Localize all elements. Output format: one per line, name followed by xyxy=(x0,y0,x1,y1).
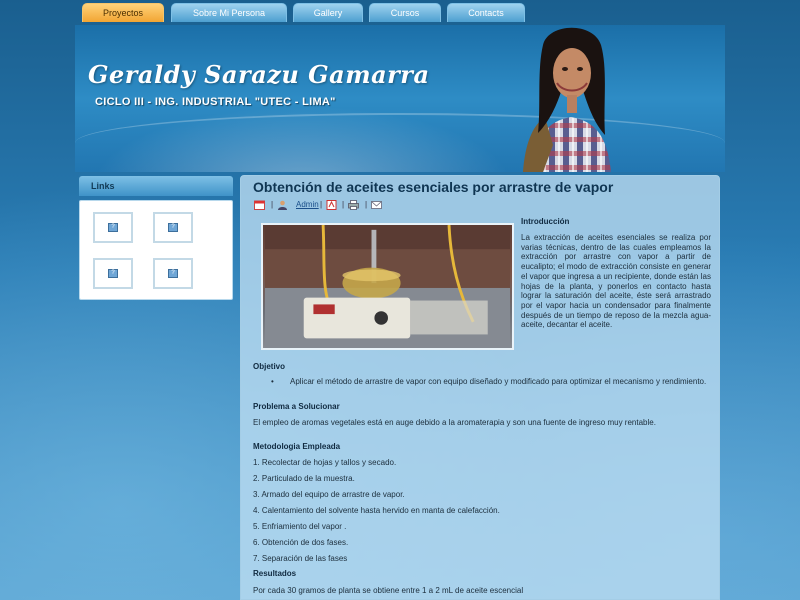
objective-text: Aplicar el método de arrastre de vapor c… xyxy=(290,377,707,386)
method-step: 3. Armado del equipo de arrastre de vapo… xyxy=(253,490,405,499)
site-subtitle: CICLO III - ING. INDUSTRIAL "UTEC - LIMA… xyxy=(95,96,336,108)
sidebar-link-3[interactable]: ? xyxy=(93,258,133,289)
method-step: 5. Enfriamiento del vapor . xyxy=(253,522,347,531)
article-panel: Obtención de aceites esenciales por arra… xyxy=(240,175,720,600)
sidebar-link-2[interactable]: ? xyxy=(153,212,193,243)
links-panel-title: Links xyxy=(91,181,115,191)
author-link[interactable]: Admin xyxy=(296,200,319,209)
portrait-photo xyxy=(523,27,611,172)
broken-image-icon: ? xyxy=(108,223,118,232)
steam-distillation-photo xyxy=(261,223,514,350)
article-title: Obtención de aceites esenciales por arra… xyxy=(253,179,614,195)
broken-image-icon: ? xyxy=(108,269,118,278)
method-step: 4. Calentamiento del solvente hasta herv… xyxy=(253,506,500,515)
method-step: 6. Obtención de dos fases. xyxy=(253,538,349,547)
intro-heading: Introducción xyxy=(521,217,570,226)
broken-image-icon: ? xyxy=(168,223,178,232)
site-title: Geraldy Sarazu Gamarra xyxy=(88,60,430,89)
print-icon[interactable] xyxy=(348,200,359,210)
method-step: 2. Particulado de la muestra. xyxy=(253,474,355,483)
results-text: Por cada 30 gramos de planta se obtiene … xyxy=(253,586,524,595)
method-heading: Metodologia Empleada xyxy=(253,442,341,451)
user-icon xyxy=(278,200,287,210)
objective-heading: Objetivo xyxy=(253,362,286,371)
pdf-icon[interactable] xyxy=(326,200,337,210)
links-panel: ? ? ? ? xyxy=(79,200,233,300)
nav-tab-contacts[interactable]: Contacts xyxy=(447,3,525,22)
problem-heading: Problema a Solucionar xyxy=(253,402,340,411)
nav-tab-cursos[interactable]: Cursos xyxy=(369,3,441,22)
results-heading: Resultados xyxy=(253,569,297,578)
sidebar-link-4[interactable]: ? xyxy=(153,258,193,289)
nav-tab-gallery[interactable]: Gallery xyxy=(293,3,363,22)
problem-text: El empleo de aromas vegetales está en au… xyxy=(253,418,656,427)
method-step: 1. Recolectar de hojas y tallos y secado… xyxy=(253,458,397,467)
sidebar-link-1[interactable]: ? xyxy=(93,212,133,243)
broken-image-icon: ? xyxy=(168,269,178,278)
nav-tab-sobre-mi-persona[interactable]: Sobre Mi Persona xyxy=(171,3,287,22)
intro-paragraph: La extracción de aceites esenciales se r… xyxy=(521,233,711,330)
email-icon[interactable] xyxy=(371,200,382,210)
site-header-banner: Geraldy Sarazu Gamarra CICLO III - ING. … xyxy=(75,25,725,172)
method-step: 7. Separación de las fases xyxy=(253,554,348,563)
objective-bullet: • xyxy=(271,377,274,386)
nav-tab-proyectos[interactable]: Proyectos xyxy=(82,3,164,22)
links-panel-header: Links xyxy=(79,176,233,196)
calendar-icon xyxy=(254,200,265,210)
